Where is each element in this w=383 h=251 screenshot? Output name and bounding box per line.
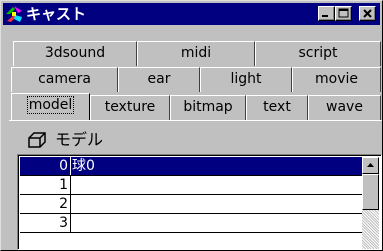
close-button[interactable] — [359, 6, 376, 21]
vertical-scrollbar[interactable] — [362, 157, 379, 249]
minimize-button[interactable] — [318, 6, 335, 21]
arrow-up-icon — [367, 163, 374, 167]
row-name: 球0 — [72, 158, 95, 174]
tab-label: 3dsound — [44, 45, 106, 61]
title-bar[interactable]: キャスト — [3, 3, 380, 25]
tab-light[interactable]: light — [200, 67, 292, 92]
window-title: キャスト — [26, 5, 87, 23]
column-divider — [70, 214, 71, 232]
scroll-thumb[interactable] — [362, 174, 379, 210]
tab-label: bitmap — [183, 99, 233, 115]
tab-wave[interactable]: wave — [308, 95, 381, 120]
tab-3dsound[interactable]: 3dsound — [13, 41, 137, 66]
column-divider — [70, 157, 71, 175]
list-item[interactable]: 1 — [20, 176, 362, 195]
tab-label: midi — [180, 45, 212, 61]
tab-label: wave — [326, 99, 363, 115]
tab-label: movie — [315, 71, 358, 87]
tab-text[interactable]: text — [246, 95, 308, 120]
column-divider — [70, 176, 71, 194]
maximize-icon — [338, 8, 349, 18]
tab-texture[interactable]: texture — [90, 95, 170, 120]
tab-label: camera — [38, 71, 91, 87]
row-number: 1 — [59, 177, 68, 193]
list-item[interactable]: 3 — [20, 214, 362, 233]
close-icon — [363, 9, 372, 18]
tab-model[interactable]: model — [11, 93, 90, 121]
minimize-icon — [322, 15, 328, 17]
row-number: 3 — [59, 215, 68, 231]
panel-heading: モデル — [55, 130, 104, 149]
tab-bitmap[interactable]: bitmap — [170, 95, 246, 120]
tab-label: model — [26, 96, 75, 114]
cube-icon — [28, 132, 46, 148]
list-item[interactable]: 0 球0 — [20, 157, 362, 176]
scroll-up-button[interactable] — [362, 157, 379, 174]
row-number: 0 — [59, 158, 68, 174]
tab-label: light — [230, 71, 262, 87]
model-list[interactable]: 0 球0 1 2 3 — [17, 154, 382, 250]
tab-label: ear — [147, 71, 171, 87]
tab-script[interactable]: script — [255, 41, 381, 66]
column-divider — [70, 195, 71, 213]
tab-ear[interactable]: ear — [118, 67, 200, 92]
tab-movie[interactable]: movie — [292, 67, 381, 92]
row-number: 2 — [59, 196, 68, 212]
tab-label: texture — [104, 99, 156, 115]
tab-camera[interactable]: camera — [11, 67, 118, 92]
app-icon — [5, 5, 23, 23]
tab-midi[interactable]: midi — [137, 41, 255, 66]
tab-label: text — [263, 99, 291, 115]
maximize-button[interactable] — [335, 6, 352, 21]
tab-label: script — [298, 45, 338, 61]
cast-window: キャスト 3dsound midi script camera ear ligh… — [0, 0, 383, 251]
list-item[interactable]: 2 — [20, 195, 362, 214]
